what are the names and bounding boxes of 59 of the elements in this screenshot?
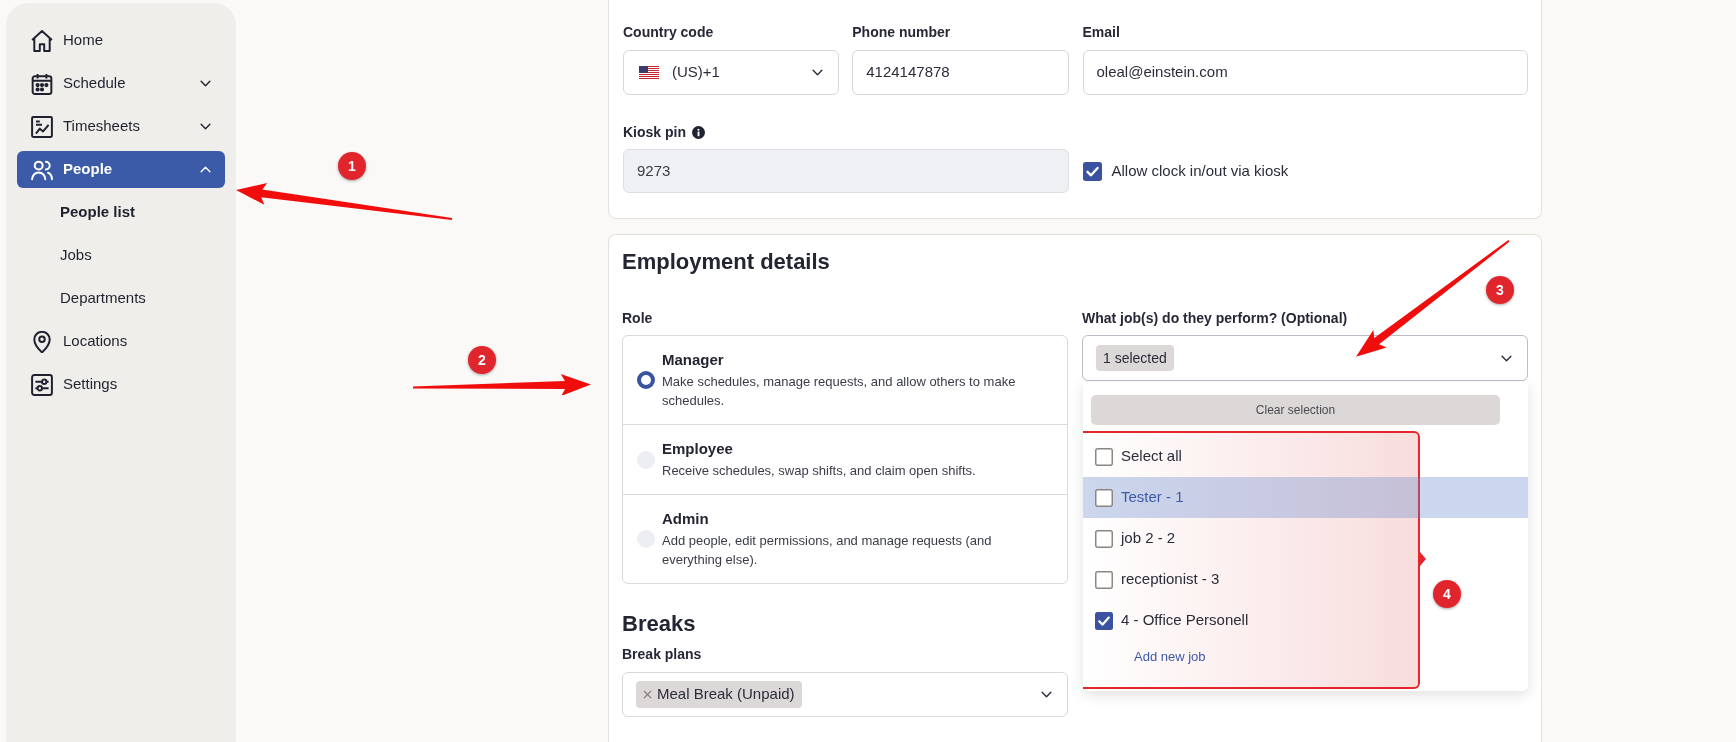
- people-icon: [31, 158, 53, 181]
- field-label: Kiosk pin: [623, 123, 686, 142]
- role-description: Receive schedules, swap shifts, and claim open shifts.: [662, 462, 976, 480]
- field-label: What job(s) do they perform? (Optional): [1082, 309, 1348, 328]
- break-plan-tag[interactable]: Meal Break (Unpaid): [636, 681, 802, 708]
- checkbox[interactable]: [1095, 529, 1113, 548]
- checkbox-label: Allow clock in/out via kiosk: [1111, 160, 1289, 181]
- chevron-down-icon: [1501, 354, 1512, 362]
- phone-field[interactable]: 4124147878: [852, 50, 1069, 95]
- sidebar-item[interactable]: Home: [17, 22, 225, 59]
- sidebar-item[interactable]: Settings: [17, 366, 225, 403]
- selection-tag: 1 selected: [1096, 345, 1174, 371]
- flag-icon: [639, 66, 659, 79]
- dropdown-option[interactable]: Tester - 1: [1083, 477, 1528, 518]
- sidebar-subitem[interactable]: People list: [17, 194, 225, 231]
- map-pin-icon: [31, 330, 53, 353]
- dropdown-option[interactable]: 4 - Office Personell: [1083, 600, 1257, 641]
- email-field[interactable]: oleal@einstein.com: [1082, 50, 1528, 95]
- field-label: Country code: [623, 23, 714, 42]
- field-label: Role: [622, 309, 653, 328]
- country-code-select[interactable]: (US)+1: [623, 50, 840, 95]
- dropdown-option[interactable]: receptionist - 3: [1083, 559, 1228, 600]
- sidebar-item[interactable]: Schedule: [17, 65, 225, 102]
- checkbox[interactable]: [1082, 161, 1102, 181]
- break-plans-select[interactable]: Meal Break (Unpaid): [622, 672, 1068, 717]
- field-label: Break plans: [622, 645, 702, 664]
- step-badge: 1: [338, 152, 366, 180]
- calendar-icon: [31, 72, 53, 95]
- chart-icon: [31, 115, 53, 138]
- role-title: Employee: [662, 439, 733, 459]
- checkbox[interactable]: [1095, 488, 1113, 507]
- role-title: Manager: [662, 350, 724, 370]
- sidebar-item[interactable]: Locations: [17, 323, 225, 360]
- add-job-link[interactable]: Add new job: [1134, 647, 1206, 667]
- role-description: Add people, edit permissions, and manage requests (and everything else).: [662, 532, 993, 569]
- checkbox[interactable]: [1095, 611, 1113, 630]
- chevron-down-icon: [812, 69, 824, 76]
- clear-selection-button[interactable]: Clear selection: [1091, 395, 1500, 425]
- sidebar-subitem[interactable]: Jobs: [17, 237, 225, 274]
- field-label: Email: [1082, 23, 1120, 42]
- sliders-icon: [31, 373, 53, 396]
- remove-icon: [643, 690, 652, 699]
- role-description: Make schedules, manage requests, and allow others to make schedules.: [662, 373, 1017, 410]
- dropdown-option[interactable]: Select all: [1083, 436, 1190, 477]
- dropdown-option[interactable]: job 2 - 2: [1083, 518, 1184, 559]
- field-label: Phone number: [852, 23, 951, 42]
- role-title: Admin: [662, 509, 709, 529]
- info-icon: [692, 125, 705, 139]
- section-heading: Employment details: [622, 248, 830, 276]
- checkbox[interactable]: [1095, 447, 1113, 466]
- sidebar-item[interactable]: People: [17, 151, 225, 188]
- chevron-down-icon: [1041, 691, 1052, 698]
- section-heading: Breaks: [622, 610, 696, 638]
- step-badge: 2: [468, 346, 496, 374]
- checkbox[interactable]: [1095, 570, 1113, 589]
- house-icon: [31, 29, 53, 52]
- radio-button[interactable]: [637, 371, 655, 389]
- sidebar-subitem[interactable]: Departments: [17, 280, 225, 317]
- sidebar-item[interactable]: Timesheets: [17, 108, 225, 145]
